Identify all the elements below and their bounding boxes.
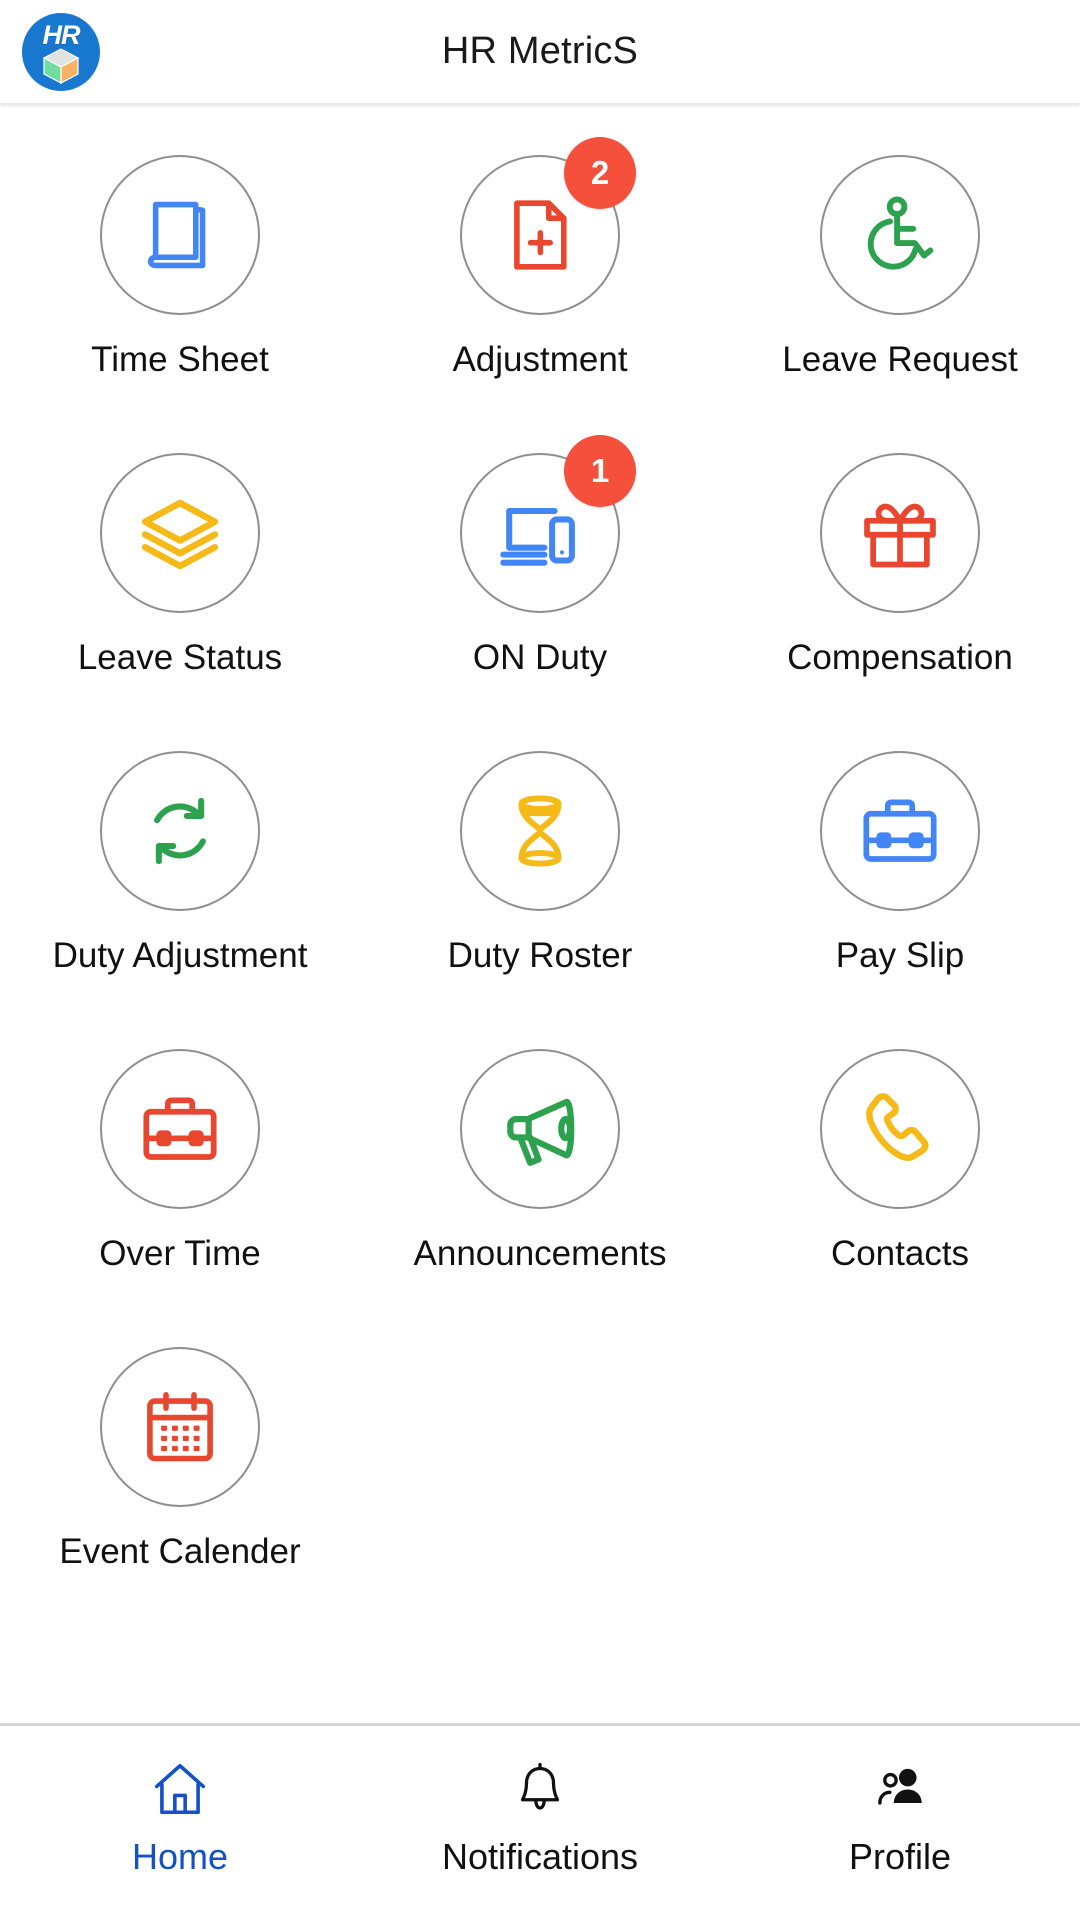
grid-tile-announcements[interactable]: Announcements xyxy=(360,1049,720,1347)
tile-icon-wrap xyxy=(454,751,626,915)
home-icon xyxy=(149,1756,211,1822)
notification-badge: 2 xyxy=(564,137,636,209)
tile-label: Announcements xyxy=(413,1234,667,1273)
bottom-navigation: Home Notifications Profile xyxy=(0,1723,1080,1920)
grid-tile-leave-status[interactable]: Leave Status xyxy=(0,453,360,751)
grid-tile-contacts[interactable]: Contacts xyxy=(720,1049,1080,1347)
nav-label-notifications: Notifications xyxy=(441,1836,639,1877)
people-icon xyxy=(869,1756,931,1822)
nav-label-profile: Profile xyxy=(848,1836,952,1877)
page-title: HR MetricS xyxy=(441,30,639,72)
nav-item-profile[interactable]: Profile xyxy=(720,1726,1080,1920)
tile-icon-wrap xyxy=(454,1049,626,1213)
tile-icon-wrap xyxy=(814,751,986,915)
logo-text: HR xyxy=(42,20,81,50)
tile-label: Event Calender xyxy=(59,1532,301,1571)
tile-icon-wrap xyxy=(94,1347,266,1511)
bell-icon xyxy=(510,1756,570,1822)
grid-tile-over-time[interactable]: Over Time xyxy=(0,1049,360,1347)
gift-icon xyxy=(820,453,980,613)
layers-icon xyxy=(100,453,260,613)
nav-item-home[interactable]: Home xyxy=(0,1726,360,1920)
tile-label: Pay Slip xyxy=(835,936,965,975)
wheelchair-icon xyxy=(820,155,980,315)
tile-label: Contacts xyxy=(830,1234,970,1273)
calendar-icon xyxy=(100,1347,260,1507)
megaphone-icon xyxy=(460,1049,620,1209)
tile-label: Duty Roster xyxy=(447,936,633,975)
grid-tile-leave-request[interactable]: Leave Request xyxy=(720,155,1080,453)
tile-label: ON Duty xyxy=(472,638,608,677)
grid-tile-time-sheet[interactable]: Time Sheet xyxy=(0,155,360,453)
tile-icon-wrap: 2 xyxy=(454,137,636,319)
tile-label: Adjustment xyxy=(452,340,628,379)
grid-tile-event-calender[interactable]: Event Calender xyxy=(0,1347,360,1645)
nav-item-notifications[interactable]: Notifications xyxy=(360,1726,720,1920)
tile-icon-wrap: 1 xyxy=(454,435,636,617)
tile-label: Compensation xyxy=(787,638,1013,677)
tile-icon-wrap xyxy=(94,155,266,319)
grid-tile-on-duty[interactable]: 1 ON Duty xyxy=(360,435,720,751)
book-icon xyxy=(100,155,260,315)
grid-tile-compensation[interactable]: Compensation xyxy=(720,453,1080,751)
notification-badge: 1 xyxy=(564,435,636,507)
app-logo: HR xyxy=(22,13,100,91)
tile-icon-wrap xyxy=(94,453,266,617)
tile-label: Time Sheet xyxy=(91,340,269,379)
tile-icon-wrap xyxy=(814,1049,986,1213)
hourglass-icon xyxy=(460,751,620,911)
app-header: HR HR MetricS xyxy=(0,0,1080,104)
menu-grid: Time Sheet 2 Adjustment Leave Request Lea… xyxy=(0,105,1080,1723)
grid-tile-duty-adjustment[interactable]: Duty Adjustment xyxy=(0,751,360,1049)
tile-icon-wrap xyxy=(814,453,986,617)
briefcase-icon xyxy=(820,751,980,911)
briefcase-icon xyxy=(100,1049,260,1209)
tile-icon-wrap xyxy=(94,1049,266,1213)
grid-tile-pay-slip[interactable]: Pay Slip xyxy=(720,751,1080,1049)
grid-tile-duty-roster[interactable]: Duty Roster xyxy=(360,751,720,1049)
tile-icon-wrap xyxy=(814,155,986,319)
refresh-icon xyxy=(100,751,260,911)
tile-label: Leave Request xyxy=(782,340,1018,379)
tile-label: Leave Status xyxy=(77,638,283,677)
nav-label-home: Home xyxy=(131,1836,229,1877)
phone-icon xyxy=(820,1049,980,1209)
tile-label: Duty Adjustment xyxy=(52,936,308,975)
cube-icon xyxy=(42,48,80,84)
grid-tile-adjustment[interactable]: 2 Adjustment xyxy=(360,137,720,453)
tile-label: Over Time xyxy=(99,1234,261,1273)
tile-icon-wrap xyxy=(94,751,266,915)
